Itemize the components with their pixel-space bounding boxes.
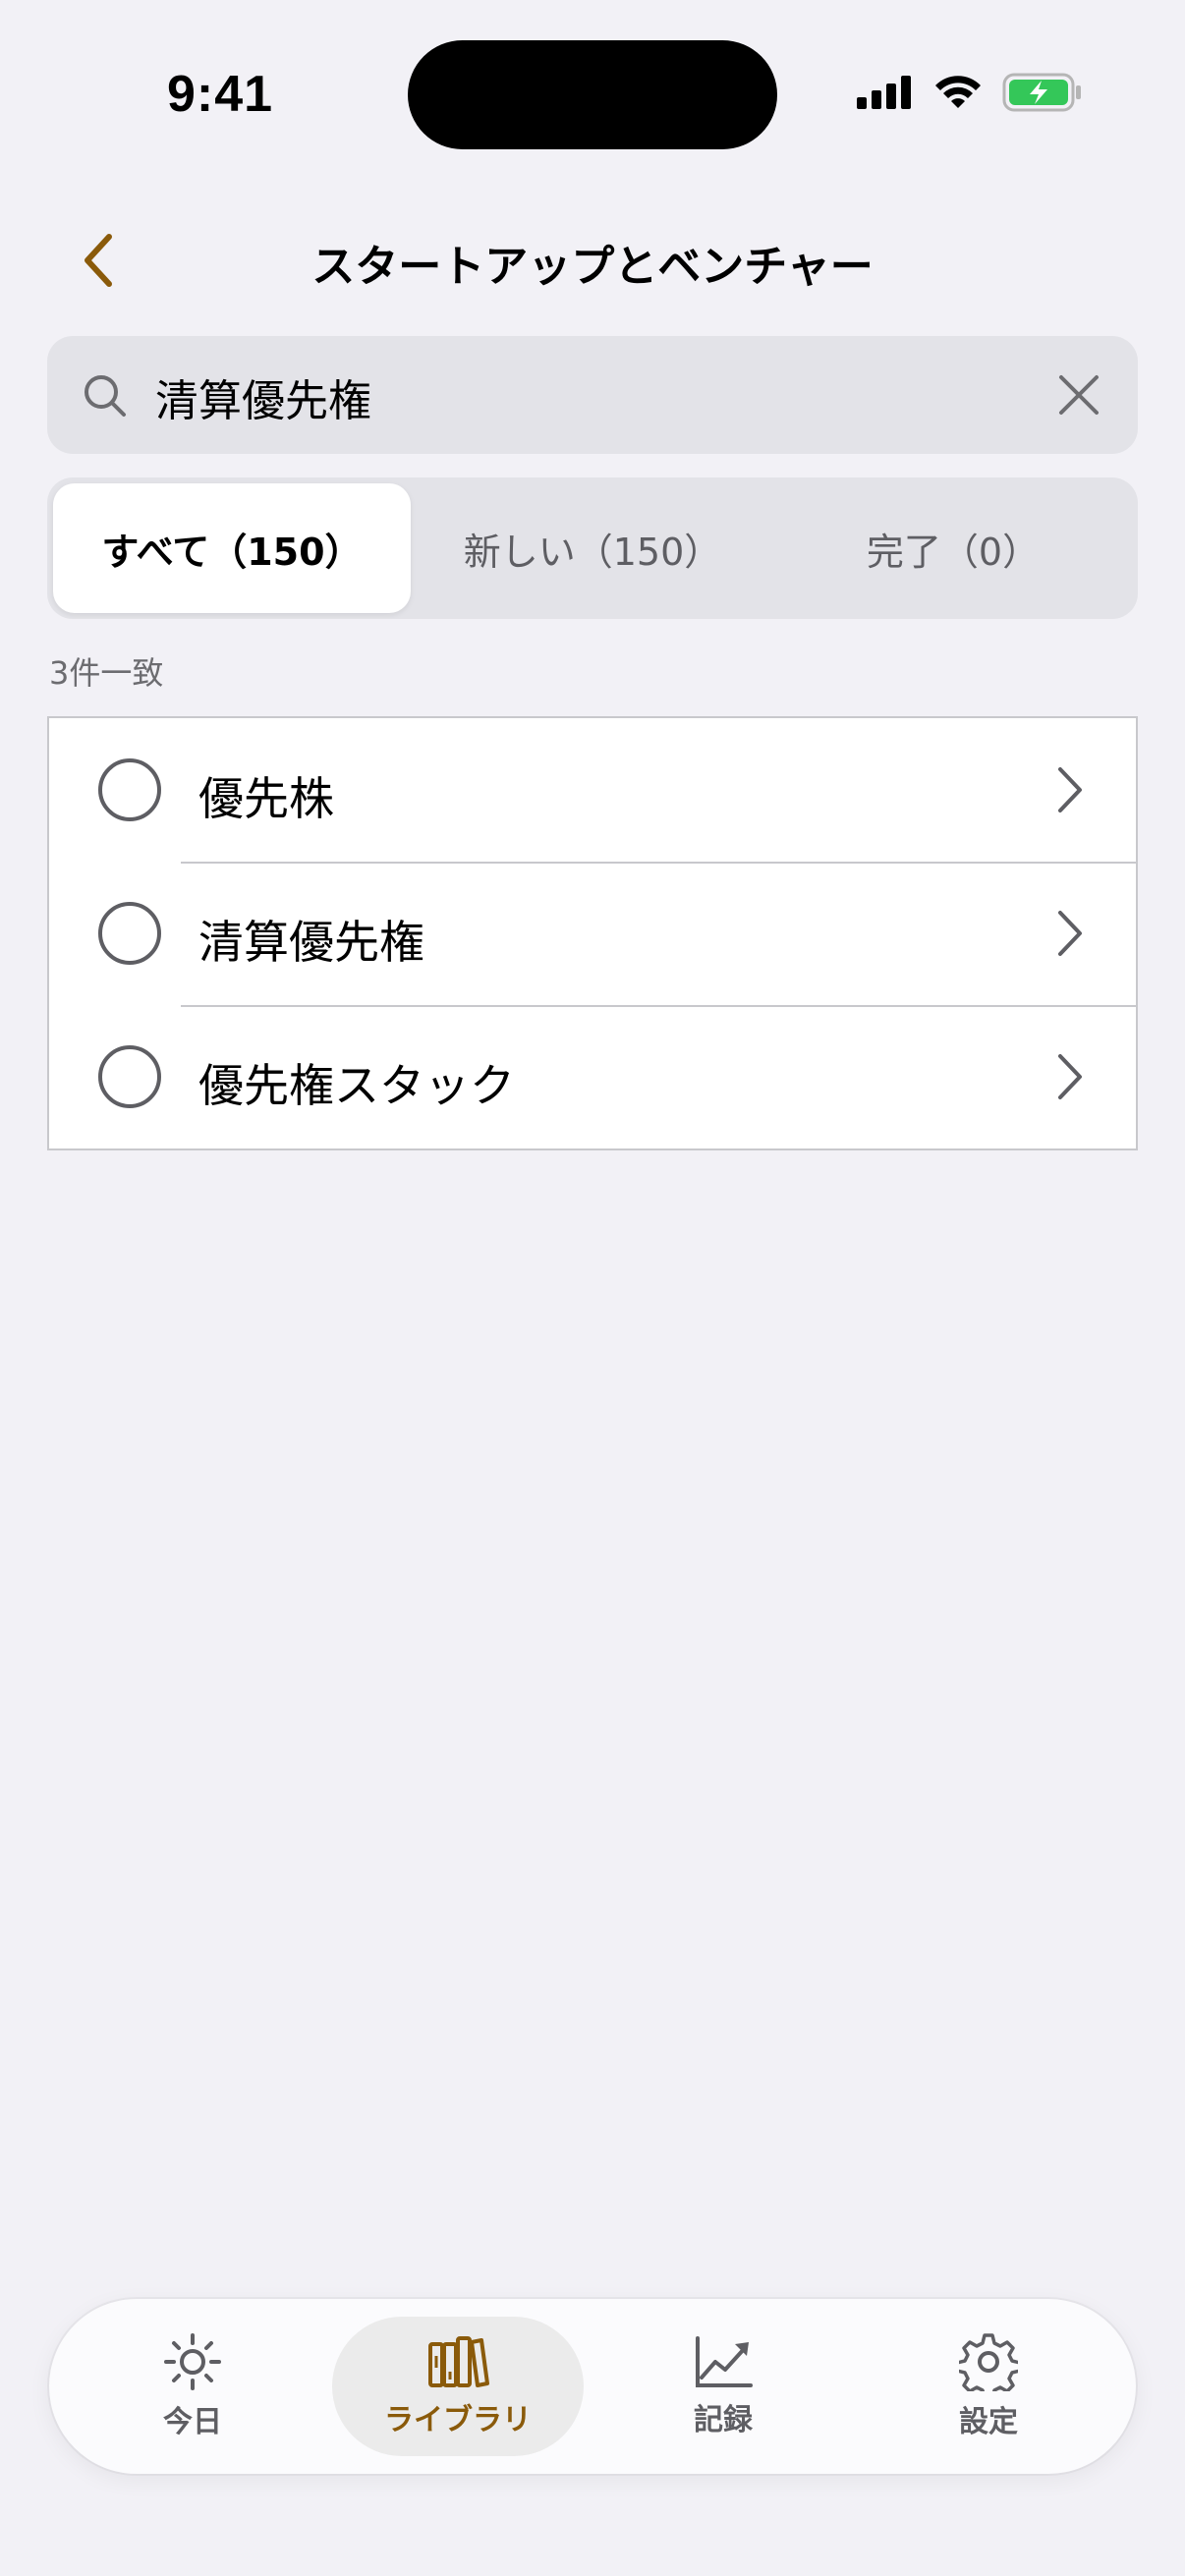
list-item[interactable]: 優先権スタック [49, 1005, 1136, 1148]
tab-library-label: ライブラリ [384, 2403, 532, 2437]
tab-settings[interactable]: 設定 [863, 2317, 1114, 2456]
clear-search-icon[interactable] [1055, 371, 1102, 419]
completion-circle-icon[interactable] [98, 902, 161, 965]
tab-bar: 今日 ライブラリ 記録 設定 [49, 2299, 1136, 2474]
tab-today[interactable]: 今日 [67, 2317, 318, 2456]
tab-settings-label: 設定 [959, 2405, 1018, 2439]
chevron-right-icon [1058, 911, 1082, 956]
page-title: スタートアップとベンチャー [311, 242, 874, 292]
cellular-signal-icon [857, 76, 911, 109]
chevron-right-icon [1058, 1054, 1082, 1099]
tab-library[interactable]: ライブラリ [332, 2317, 584, 2456]
search-icon [85, 375, 126, 417]
tab-records-label: 記録 [694, 2403, 753, 2437]
status-icons [857, 73, 1083, 112]
screen: 9:41 スタートアップとベンチャー 清算優先権 すべて（150） 新しい（15… [0, 0, 1185, 2576]
filter-all[interactable]: すべて（150） [53, 483, 411, 613]
filter-done[interactable]: 完了（0） [774, 483, 1132, 613]
list-item-label: 優先株 [198, 772, 334, 825]
chart-line-icon [696, 2336, 753, 2387]
list-item-label: 清算優先権 [198, 916, 424, 969]
sun-icon [164, 2333, 221, 2390]
tab-today-label: 今日 [163, 2405, 222, 2439]
dynamic-island [408, 40, 777, 149]
results-list: 優先株 清算優先権 優先権スタック [47, 716, 1138, 1150]
chevron-right-icon [1058, 767, 1082, 812]
completion-circle-icon[interactable] [98, 758, 161, 821]
books-icon [428, 2336, 489, 2387]
gear-icon [959, 2333, 1018, 2391]
list-item[interactable]: 清算優先権 [49, 862, 1136, 1005]
tab-records[interactable]: 記録 [597, 2317, 849, 2456]
list-item-label: 優先権スタック [198, 1059, 515, 1112]
filter-segmented-control: すべて（150） 新しい（150） 完了（0） [47, 477, 1138, 619]
result-count: 3件一致 [49, 654, 164, 692]
wifi-icon [935, 76, 981, 108]
filter-new[interactable]: 新しい（150） [414, 483, 771, 613]
search-input[interactable]: 清算優先権 [155, 365, 371, 428]
battery-charging-icon [1002, 73, 1081, 112]
completion-circle-icon[interactable] [98, 1045, 161, 1108]
list-item[interactable]: 優先株 [49, 718, 1136, 862]
status-time: 9:41 [167, 66, 274, 123]
